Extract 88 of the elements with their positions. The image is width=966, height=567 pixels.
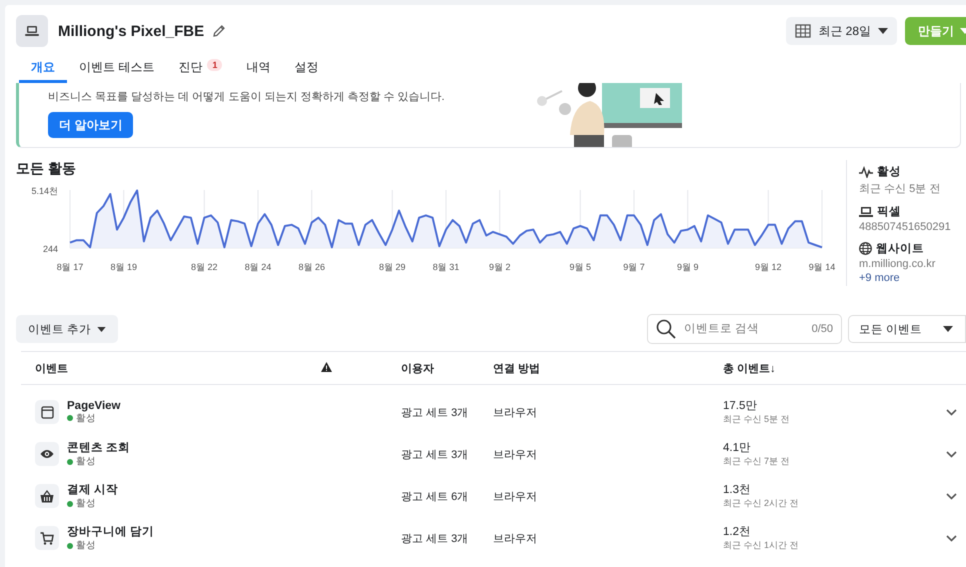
- section-title: 모든 활동: [16, 160, 77, 178]
- column-header: 이용자: [401, 362, 434, 374]
- axis-label: 8월 22: [191, 262, 218, 272]
- summary-label: 활성: [877, 165, 901, 179]
- window-icon: [40, 406, 54, 418]
- event-total: 17.5만: [723, 399, 758, 413]
- summary-value: 최근 수신 5분 전: [859, 182, 942, 196]
- summary-label: 웹사이트: [876, 242, 924, 256]
- status-dot: [67, 415, 73, 421]
- pulse-icon: [859, 166, 873, 178]
- character-counter: 0/50: [812, 323, 833, 335]
- table-cell: 광고 세트 6개: [401, 490, 468, 502]
- learn-more-button[interactable]: 더 알아보기: [48, 112, 134, 138]
- pencil-icon[interactable]: [212, 24, 226, 38]
- chevron-icon[interactable]: [946, 492, 957, 500]
- status-text: 활성: [76, 539, 96, 552]
- status-dot: [67, 500, 73, 506]
- tab[interactable]: 진단 1: [166, 57, 234, 83]
- search-field[interactable]: 이벤트로 검색 0/50: [647, 314, 842, 344]
- axis-label: 8월 19: [110, 262, 137, 272]
- status-text: 활성: [76, 497, 96, 510]
- axis-label: 8월 24: [244, 262, 272, 272]
- column-header[interactable]: 총 이벤트↓: [723, 362, 776, 374]
- event-name[interactable]: 장바구니에 담기: [67, 524, 154, 539]
- laptop-icon: [16, 15, 48, 47]
- count-badge: 1: [207, 59, 222, 71]
- tab[interactable]: 내역: [234, 57, 282, 83]
- status-dot: [67, 542, 73, 548]
- calendar-icon: [795, 24, 812, 38]
- column-header: 연결 방법: [493, 362, 540, 374]
- last-received: 최근 수신 2시간 전: [723, 497, 800, 510]
- axis-label: 9월 5: [570, 262, 592, 272]
- event-total: 4.1만: [723, 441, 752, 455]
- date-range-button[interactable]: 최근 28일: [786, 17, 897, 45]
- last-received: 최근 수신 7분 전: [723, 455, 791, 468]
- chevron-icon[interactable]: [946, 450, 957, 458]
- event-name[interactable]: 결제 시작: [67, 482, 118, 497]
- table-cell: 브라우저: [493, 448, 537, 460]
- axis-label: 5.14천: [31, 186, 58, 196]
- pixel-title: Milliong's Pixel_FBE: [58, 22, 204, 40]
- chevron-icon[interactable]: [946, 534, 957, 542]
- tab[interactable]: 개요: [19, 57, 67, 83]
- axis-label: 9월 9: [676, 262, 698, 272]
- event-filter-dropdown[interactable]: 모든 이벤트: [848, 315, 966, 343]
- summary-label: 픽셀: [877, 205, 901, 219]
- caret-icon: [97, 326, 106, 332]
- axis-label: 8월 17: [56, 262, 84, 272]
- table-cell: 브라우저: [493, 532, 537, 544]
- axis-label: 9월 14: [808, 262, 836, 272]
- axis-label: 9월 7: [623, 262, 645, 272]
- axis-label: 9월 12: [755, 262, 782, 272]
- banner-text: 비즈니스 목표를 달성하는 데 어떻게 도움이 되는지 정확하게 측정할 수 있습니다.: [48, 90, 445, 104]
- event-name[interactable]: 콘텐츠 조회: [67, 440, 130, 455]
- cart-icon: [40, 532, 54, 544]
- axis-label: 244: [42, 244, 58, 254]
- caret-icon: [943, 326, 953, 332]
- event-total: 1.3천: [723, 483, 752, 497]
- globe-icon: [859, 242, 872, 255]
- last-received: 최근 수신 1시간 전: [723, 539, 800, 552]
- event-total: 1.2천: [723, 525, 752, 539]
- axis-label: 9월 2: [488, 262, 510, 272]
- summary-value: m.milliong.co.kr: [859, 258, 936, 270]
- chevron-icon[interactable]: [946, 408, 957, 416]
- eye-icon: [40, 449, 54, 459]
- table-cell: 광고 세트 3개: [401, 532, 468, 544]
- status-text: 활성: [76, 412, 96, 424]
- table-cell: 광고 세트 3개: [401, 448, 468, 460]
- tab[interactable]: 이벤트 테스트: [67, 57, 166, 83]
- caret-icon: [878, 28, 888, 34]
- event-name[interactable]: PageView: [67, 400, 120, 412]
- tab[interactable]: 설정: [282, 57, 330, 83]
- search-icon: [656, 319, 676, 339]
- status-text: 활성: [76, 455, 96, 468]
- status-dot: [67, 458, 73, 464]
- column-header: 이벤트: [35, 362, 68, 374]
- table-cell: 광고 세트 3개: [401, 406, 468, 418]
- axis-label: 8월 26: [298, 262, 325, 272]
- add-event-button[interactable]: 이벤트 추가: [16, 315, 118, 343]
- laptop-icon: [859, 206, 873, 218]
- more-link[interactable]: +9 more: [859, 272, 951, 284]
- axis-label: 8월 29: [379, 262, 406, 272]
- table-cell: 브라우저: [493, 490, 537, 502]
- warning-icon: [321, 362, 332, 372]
- last-received: 최근 수신 5분 전: [723, 413, 791, 426]
- axis-label: 8월 31: [432, 262, 460, 272]
- basket-icon: [40, 490, 54, 502]
- table-cell: 브라우저: [493, 406, 537, 418]
- summary-value: 488507451650291: [859, 221, 951, 233]
